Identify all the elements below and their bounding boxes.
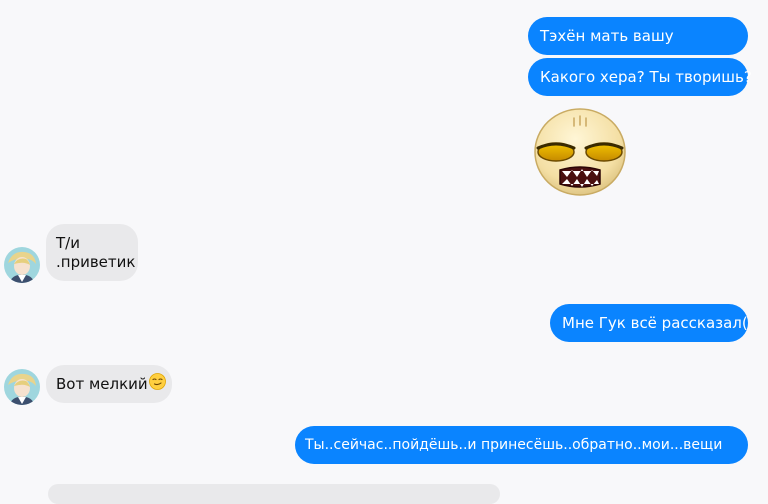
outgoing-message-bubble[interactable]: Мне Гук всё рассказал( <box>550 304 748 342</box>
message-text: Ты..сейчас..пойдёшь..и принесёшь..обратн… <box>305 436 723 453</box>
message-text: Тэхён мать вашу <box>540 26 674 45</box>
message-text-line-2: .приветик <box>56 252 136 271</box>
contact-avatar[interactable] <box>4 369 40 405</box>
smirk-emoji-icon <box>148 373 166 395</box>
message-text: Какого хера? Ты творишь? <box>540 67 752 86</box>
message-text: Вот мелкий <box>56 374 148 393</box>
incoming-message-bubble[interactable]: Вот мелкий <box>46 365 172 403</box>
message-text: Мне Гук всё рассказал( <box>562 313 748 332</box>
message-text-line-1: Т/и <box>56 233 80 252</box>
grumpy-face-sticker[interactable] <box>530 104 630 198</box>
contact-avatar[interactable] <box>4 247 40 283</box>
outgoing-message-bubble[interactable]: Ты..сейчас..пойдёшь..и принесёшь..обратн… <box>295 426 748 464</box>
incoming-message-bubble[interactable]: Т/и .приветик <box>46 224 138 281</box>
outgoing-message-bubble[interactable]: Какого хера? Ты творишь? <box>528 58 752 96</box>
outgoing-message-bubble[interactable]: Тэхён мать вашу <box>528 17 748 55</box>
incoming-message-bubble-partial[interactable] <box>48 484 500 504</box>
